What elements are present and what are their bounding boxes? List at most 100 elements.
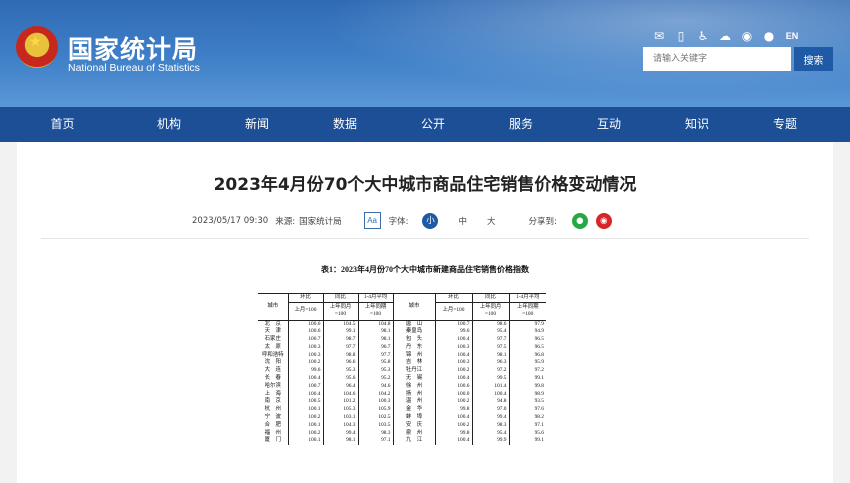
avg-cell: 96.8 [508, 351, 546, 360]
avg-cell: 95.9 [508, 359, 546, 367]
yoy-cell: 104.3 [322, 421, 358, 430]
yoy-cell: 104.5 [322, 320, 358, 328]
mom-cell: 100.2 [287, 359, 323, 367]
avg-cell: 96.5 [508, 343, 546, 352]
nav-item-data[interactable]: 数据 [301, 107, 389, 142]
avg-cell: 95.8 [357, 359, 393, 367]
top-utility-icons: ✉ ▯ ♿ ☁ ◉ ● EN [652, 29, 800, 43]
avg-cell: 96.7 [357, 343, 393, 352]
city-cell: 哈尔滨 [264, 382, 281, 389]
nav-item-organization[interactable]: 机构 [125, 107, 213, 142]
meta-divider [41, 238, 809, 239]
col-subheader-avg: 上年同期 =100 [508, 302, 546, 321]
table-row: 上 海 100.4 104.6 104.2 扬 州 100.0 100.4 98.9 [258, 390, 546, 399]
font-label: 字体: [388, 216, 409, 227]
mom-cell: 100.3 [434, 343, 472, 352]
search-button[interactable]: 搜索 [794, 47, 833, 71]
city-cell: 长 春 [264, 374, 281, 381]
yoy-cell: 99.5 [471, 374, 509, 383]
col-header-city: 城市 [392, 293, 435, 321]
weibo-share-icon[interactable]: ◉ [595, 212, 612, 229]
mom-cell: 100.6 [287, 320, 323, 328]
nav-item-home[interactable]: 首页 [0, 107, 125, 142]
accessibility-icon[interactable]: ♿ [696, 29, 710, 43]
mom-cell: 100.7 [434, 320, 472, 328]
avg-cell: 98.3 [357, 429, 393, 438]
national-emblem-icon[interactable]: ★ [16, 26, 58, 68]
wechat-icon[interactable]: ● [762, 29, 776, 43]
yoy-cell: 96.4 [322, 382, 358, 391]
avg-cell: 104.2 [357, 390, 393, 399]
font-size-medium[interactable]: 中 [458, 215, 467, 227]
phone-icon[interactable]: ▯ [674, 29, 688, 43]
table-row: 哈尔滨 100.7 96.4 94.6 徐 州 100.6 101.4 99.8 [258, 382, 546, 391]
city-cell: 九 江 [392, 437, 435, 445]
city-cell: 秦皇岛 [392, 328, 435, 336]
yoy-cell: 96.3 [471, 359, 509, 367]
nav-item-services[interactable]: 服务 [477, 107, 565, 142]
nav-item-topics[interactable]: 专题 [741, 107, 829, 142]
avg-cell: 99.8 [508, 382, 546, 391]
col-header-yoy: 同比 [471, 293, 509, 303]
city-cell: 唐 山 [392, 320, 435, 328]
nav-item-disclosure[interactable]: 公开 [389, 107, 477, 142]
search-input[interactable] [643, 47, 791, 71]
col-header-mom: 环比 [434, 293, 472, 303]
logo-title-cn[interactable]: 国家统计局 [68, 30, 198, 66]
avg-cell: 99.1 [508, 374, 546, 383]
publish-date: 2023/05/17 09:30 [192, 215, 269, 226]
avg-cell: 94.6 [357, 382, 393, 391]
yoy-cell: 97.5 [471, 343, 509, 352]
col-header-yoy: 同比 [322, 293, 358, 303]
logo-title-en[interactable]: National Bureau of Statistics [68, 62, 200, 74]
col-subheader-avg: 上年同期 =100 [357, 302, 393, 321]
yoy-cell: 97.7 [471, 335, 509, 344]
col-subheader-yoy: 上年同月 =100 [471, 302, 509, 321]
city-cell: 泉 州 [392, 429, 435, 438]
avg-cell: 98.9 [508, 390, 546, 399]
city-cell: 吉 林 [392, 359, 435, 367]
cloud-icon[interactable]: ☁ [718, 29, 732, 43]
table-row: 呼和浩特 100.3 98.8 97.7 锦 州 100.4 98.1 96.8 [258, 351, 546, 360]
yoy-cell: 99.1 [322, 328, 358, 336]
font-aa-icon[interactable]: Aa [363, 212, 381, 229]
yoy-cell: 98.3 [471, 421, 509, 430]
nav-item-news[interactable]: 新闻 [213, 107, 301, 142]
avg-cell: 94.9 [508, 328, 546, 336]
nav-item-knowledge[interactable]: 知识 [653, 107, 741, 142]
mom-cell: 100.4 [434, 351, 472, 360]
mom-cell: 100.4 [434, 413, 472, 422]
col-subheader-mom: 上月=100 [434, 302, 472, 321]
city-cell: 北 京 [264, 320, 281, 327]
city-cell: 金 华 [392, 405, 435, 414]
yoy-cell: 95.4 [471, 429, 509, 438]
table-row: 天 津 100.6 99.1 98.1 秦皇岛 99.6 95.4 94.9 [258, 328, 546, 336]
source-label: 来源: [275, 216, 296, 227]
mail-icon[interactable]: ✉ [652, 29, 666, 43]
wechat-share-icon[interactable]: ● [571, 212, 588, 229]
city-cell: 上 海 [264, 390, 281, 397]
yoy-cell: 98.8 [322, 351, 358, 360]
city-cell: 温 州 [392, 398, 435, 406]
avg-cell: 98.1 [357, 335, 393, 344]
weibo-icon[interactable]: ◉ [740, 29, 754, 43]
nav-item-interaction[interactable]: 互动 [565, 107, 653, 142]
col-header-city: 城市 [258, 293, 288, 321]
font-size-small[interactable]: 小 [422, 212, 439, 229]
yoy-cell: 94.8 [471, 398, 509, 406]
yoy-cell: 101.4 [471, 382, 509, 391]
avg-cell: 95.3 [357, 366, 393, 375]
yoy-cell: 98.6 [471, 320, 509, 328]
mom-cell: 100.1 [287, 437, 323, 445]
col-header-mom: 环比 [287, 293, 323, 303]
avg-cell: 99.1 [508, 437, 546, 445]
mom-cell: 100.7 [287, 335, 323, 344]
city-cell: 天 津 [264, 328, 281, 335]
font-size-large[interactable]: 大 [487, 215, 496, 227]
city-cell: 合 肥 [264, 421, 281, 428]
table-body: 北 京 100.6 104.5 104.8 唐 山 100.7 98.6 97.9 天 津 100… [258, 320, 546, 445]
city-cell: 太 原 [264, 343, 281, 350]
language-switch-en[interactable]: EN [784, 29, 800, 43]
yoy-cell: 97.0 [471, 405, 509, 414]
city-cell: 厦 门 [264, 437, 281, 444]
